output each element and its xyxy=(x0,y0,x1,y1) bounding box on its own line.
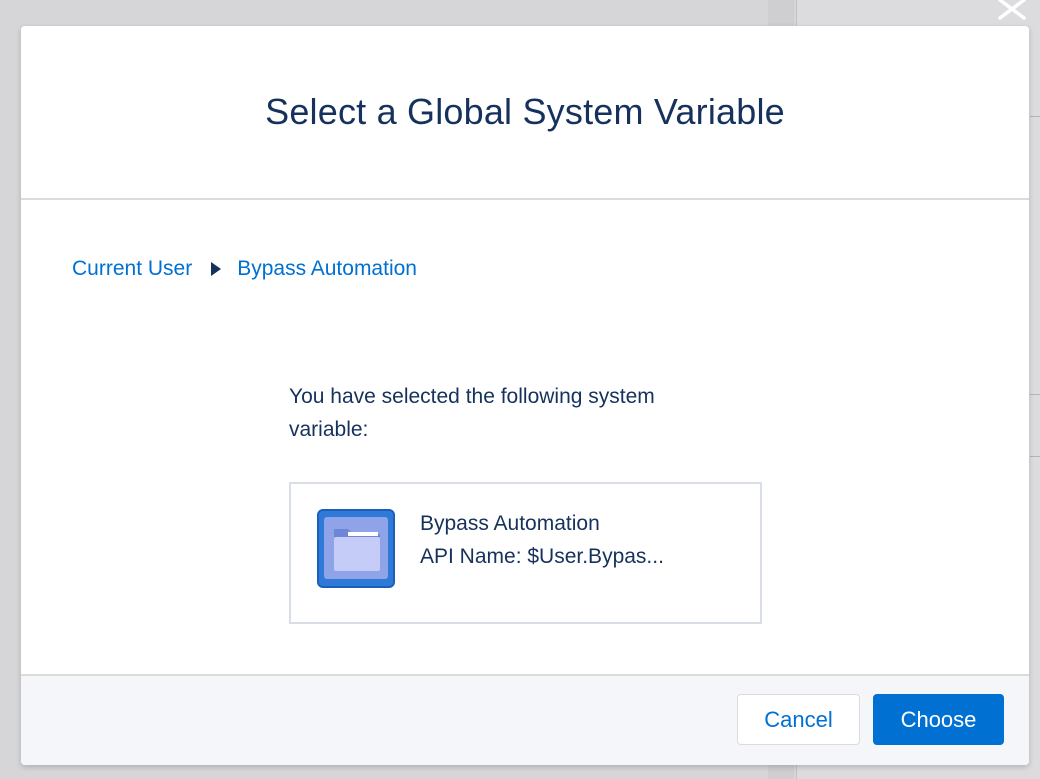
folder-icon xyxy=(324,517,388,579)
breadcrumb-item-bypass-automation[interactable]: Bypass Automation xyxy=(237,257,417,281)
selection-message: You have selected the following system v… xyxy=(289,385,655,441)
folder-tile xyxy=(317,509,395,588)
variable-picker-modal: Select a Global System Variable Current … xyxy=(21,26,1029,765)
modal-body: Current User Bypass Automation You have … xyxy=(21,200,1029,674)
variable-api-name: API Name: $User.Bypas... xyxy=(420,545,664,568)
background-divider xyxy=(1030,456,1040,457)
breadcrumb-item-current-user[interactable]: Current User xyxy=(72,257,192,281)
modal-header: Select a Global System Variable xyxy=(21,26,1029,200)
choose-button[interactable]: Choose xyxy=(873,694,1004,745)
breadcrumb: Current User Bypass Automation xyxy=(72,257,417,281)
selected-variable-card: Bypass Automation API Name: $User.Bypas.… xyxy=(289,482,762,624)
cancel-button[interactable]: Cancel xyxy=(737,694,860,745)
modal-title: Select a Global System Variable xyxy=(265,91,785,132)
variable-name: Bypass Automation xyxy=(420,512,600,535)
modal-footer: Cancel Choose xyxy=(21,674,1029,765)
close-icon xyxy=(998,0,1026,20)
background-divider xyxy=(1030,116,1040,117)
chevron-right-icon xyxy=(211,262,222,276)
background-divider xyxy=(1030,394,1040,395)
close-button[interactable] xyxy=(994,0,1030,22)
